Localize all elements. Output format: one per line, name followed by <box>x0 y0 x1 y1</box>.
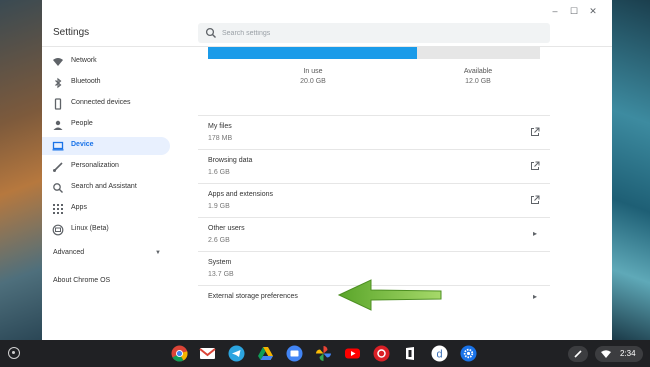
svg-text:d: d <box>436 349 442 361</box>
row-title: Browsing data <box>208 157 253 164</box>
sidebar-item-device[interactable]: Device <box>42 137 170 155</box>
available-label: Available <box>463 68 493 75</box>
settings-sidebar: Network Bluetooth Connected devices Peop… <box>42 46 182 340</box>
gmail-icon[interactable] <box>199 345 216 362</box>
phone-icon <box>54 98 62 110</box>
about-chrome-os-link[interactable]: About Chrome OS <box>53 277 110 284</box>
launcher-icon[interactable] <box>8 347 20 359</box>
storage-row-my-files[interactable]: My files 178 MB <box>198 115 550 149</box>
youtube-icon[interactable] <box>344 345 361 362</box>
search-input[interactable] <box>222 25 542 41</box>
sidebar-item-label: Linux (Beta) <box>71 225 109 232</box>
chrome-icon[interactable] <box>171 345 188 362</box>
minimize-icon[interactable]: – <box>550 6 560 16</box>
advanced-section-toggle[interactable]: Advanced <box>53 249 84 256</box>
sidebar-item-personalization[interactable]: Personalization <box>42 158 170 176</box>
chevron-right-icon[interactable]: ▸ <box>533 292 537 301</box>
sidebar-item-label: Search and Assistant <box>71 183 137 190</box>
sidebar-item-bluetooth[interactable]: Bluetooth <box>42 74 170 92</box>
caret-down-icon[interactable]: ▼ <box>155 250 161 256</box>
storage-row-other-users[interactable]: Other users 2.6 GB ▸ <box>198 217 550 251</box>
dictionary-icon[interactable]: d <box>431 345 448 362</box>
search-icon <box>205 27 216 38</box>
settings-window: Settings – ☐ ✕ Network Bluetooth <box>42 0 612 340</box>
maximize-icon[interactable]: ☐ <box>569 6 579 16</box>
in-use-value: 20.0 GB <box>300 78 326 85</box>
sidebar-item-label: Bluetooth <box>71 78 101 85</box>
google-drive-icon[interactable] <box>257 345 274 362</box>
row-size: 13.7 GB <box>208 271 234 278</box>
pen-icon <box>574 350 582 358</box>
sidebar-item-apps[interactable]: Apps <box>42 200 170 218</box>
wallpaper-right-strip <box>612 0 650 340</box>
sidebar-item-search-and-assistant[interactable]: Search and Assistant <box>42 179 170 197</box>
close-icon[interactable]: ✕ <box>588 6 598 16</box>
settings-app-icon[interactable] <box>460 345 477 362</box>
storage-row-apps-and-extensions[interactable]: Apps and extensions 1.9 GB <box>198 183 550 217</box>
storage-usage-fill <box>208 46 418 59</box>
row-size: 2.6 GB <box>208 237 230 244</box>
sidebar-item-label: Personalization <box>71 162 119 169</box>
window-controls: – ☐ ✕ <box>550 6 598 16</box>
open-external-icon[interactable] <box>530 195 540 205</box>
available-value: 12.0 GB <box>465 78 491 85</box>
laptop-icon <box>52 141 64 151</box>
row-size: 178 MB <box>208 135 233 142</box>
row-title: Apps and extensions <box>208 191 273 198</box>
storage-row-browsing-data[interactable]: Browsing data 1.6 GB <box>198 149 550 183</box>
telegram-icon[interactable] <box>228 345 245 362</box>
row-size: 1.6 GB <box>208 169 230 176</box>
clock-time: 2:34 <box>620 349 636 358</box>
sidebar-item-network[interactable]: Network <box>42 53 170 71</box>
sidebar-item-linux[interactable]: Linux (Beta) <box>42 221 170 239</box>
sidebar-item-label: Device <box>71 141 94 148</box>
sidebar-item-label: Connected devices <box>71 99 131 106</box>
office-icon[interactable] <box>402 345 419 362</box>
sidebar-item-label: Network <box>71 57 97 64</box>
sidebar-item-connected-devices[interactable]: Connected devices <box>42 95 170 113</box>
search-icon <box>53 183 63 193</box>
sidebar-item-people[interactable]: People <box>42 116 170 134</box>
status-tray[interactable]: 2:34 <box>595 346 643 362</box>
files-icon[interactable] <box>286 345 303 362</box>
row-title: External storage preferences <box>208 293 298 300</box>
creative-cloud-icon[interactable] <box>373 345 390 362</box>
google-photos-icon[interactable] <box>315 345 332 362</box>
settings-header: Settings – ☐ ✕ <box>42 0 612 47</box>
apps-grid-icon <box>53 204 63 214</box>
search-box[interactable] <box>198 23 550 43</box>
sidebar-item-label: Apps <box>71 204 87 211</box>
wifi-icon <box>601 350 611 358</box>
chevron-right-icon[interactable]: ▸ <box>533 229 537 238</box>
linux-icon <box>52 224 64 236</box>
sidebar-item-label: People <box>71 120 93 127</box>
green-arrow-annotation <box>337 279 442 311</box>
row-title: System <box>208 259 232 266</box>
app-title: Settings <box>53 27 90 38</box>
brush-icon <box>53 162 63 172</box>
storage-usage-bar <box>208 46 540 59</box>
row-title: My files <box>208 123 232 130</box>
bluetooth-icon <box>55 77 62 89</box>
open-external-icon[interactable] <box>530 161 540 171</box>
row-size: 1.9 GB <box>208 203 230 210</box>
wallpaper-left-strip <box>0 0 42 340</box>
row-title: Other users <box>208 225 245 232</box>
stylus-tools-button[interactable] <box>568 346 588 362</box>
in-use-label: In use <box>303 68 323 75</box>
shelf: d 2:34 <box>0 340 650 367</box>
open-external-icon[interactable] <box>530 127 540 137</box>
person-icon <box>53 120 63 130</box>
wifi-icon <box>53 58 63 66</box>
